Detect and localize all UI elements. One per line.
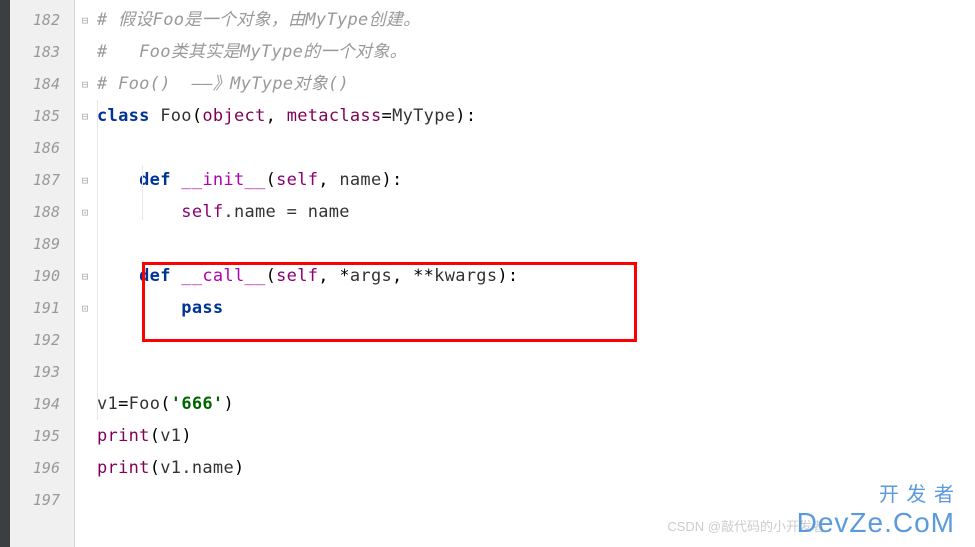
fold-icon[interactable]: ⊟ — [75, 100, 95, 132]
indent-guide — [142, 262, 143, 317]
line-number[interactable]: 185 — [10, 100, 74, 132]
left-tool-bar — [0, 0, 10, 547]
line-number[interactable]: 189 — [10, 228, 74, 260]
fold-icon — [75, 484, 95, 516]
fold-icon[interactable]: ⊟ — [75, 260, 95, 292]
line-number[interactable]: 183 — [10, 36, 74, 68]
comment-text: # 假设Foo是一个对象，由MyType创建。 — [97, 10, 420, 30]
fold-icon — [75, 228, 95, 260]
code-line[interactable]: pass — [95, 292, 975, 324]
code-line[interactable] — [95, 132, 975, 164]
indent-guide — [142, 165, 143, 220]
code-line[interactable]: def __call__(self, *args, **kwargs): — [95, 260, 975, 292]
line-number[interactable]: 192 — [10, 324, 74, 356]
code-line[interactable]: self.name = name — [95, 196, 975, 228]
line-number[interactable]: 184 — [10, 68, 74, 100]
devze-watermark: 开 发 者 DevZe.CoM — [797, 478, 955, 539]
fold-icon — [75, 356, 95, 388]
code-line[interactable]: print(v1) — [95, 420, 975, 452]
indent-guide — [97, 100, 98, 420]
fold-icon — [75, 132, 95, 164]
code-line[interactable]: # Foo类其实是MyType的一个对象。 — [95, 36, 975, 68]
fold-icon[interactable]: ⊡ — [75, 292, 95, 324]
fold-icon[interactable]: ⊟ — [75, 164, 95, 196]
fold-icon[interactable]: ⊟ — [75, 4, 95, 36]
line-number[interactable]: 182 — [10, 4, 74, 36]
line-number[interactable]: 188 — [10, 196, 74, 228]
watermark-cn: 开 发 者 — [797, 478, 955, 507]
fold-icon — [75, 388, 95, 420]
code-line[interactable] — [95, 324, 975, 356]
code-line[interactable] — [95, 356, 975, 388]
watermark-en: DevZe.CoM — [797, 507, 955, 538]
line-number[interactable]: 191 — [10, 292, 74, 324]
line-number[interactable]: 193 — [10, 356, 74, 388]
code-line[interactable]: def __init__(self, name): — [95, 164, 975, 196]
code-line[interactable]: v1=Foo('666') — [95, 388, 975, 420]
code-editor[interactable]: # 假设Foo是一个对象，由MyType创建。 # Foo类其实是MyType的… — [95, 0, 975, 547]
fold-gutter: ⊟ ⊟ ⊟ ⊟ ⊡ ⊟ ⊡ — [75, 0, 95, 547]
line-number[interactable]: 187 — [10, 164, 74, 196]
line-number[interactable]: 186 — [10, 132, 74, 164]
code-line[interactable]: # Foo() ——》MyType对象() — [95, 68, 975, 100]
line-number[interactable]: 190 — [10, 260, 74, 292]
line-number[interactable]: 196 — [10, 452, 74, 484]
code-line[interactable]: # 假设Foo是一个对象，由MyType创建。 — [95, 4, 975, 36]
line-number-gutter: 182 183 184 185 186 187 188 189 190 191 … — [10, 0, 75, 547]
fold-icon — [75, 36, 95, 68]
code-line[interactable]: class Foo(object, metaclass=MyType): — [95, 100, 975, 132]
comment-text: # Foo类其实是MyType的一个对象。 — [97, 42, 407, 62]
fold-icon — [75, 324, 95, 356]
fold-icon[interactable]: ⊟ — [75, 68, 95, 100]
code-line[interactable] — [95, 228, 975, 260]
fold-icon[interactable]: ⊡ — [75, 196, 95, 228]
line-number[interactable]: 194 — [10, 388, 74, 420]
line-number[interactable]: 197 — [10, 484, 74, 516]
comment-text: # Foo() ——》MyType对象() — [97, 74, 349, 94]
fold-icon — [75, 420, 95, 452]
line-number[interactable]: 195 — [10, 420, 74, 452]
fold-icon — [75, 452, 95, 484]
